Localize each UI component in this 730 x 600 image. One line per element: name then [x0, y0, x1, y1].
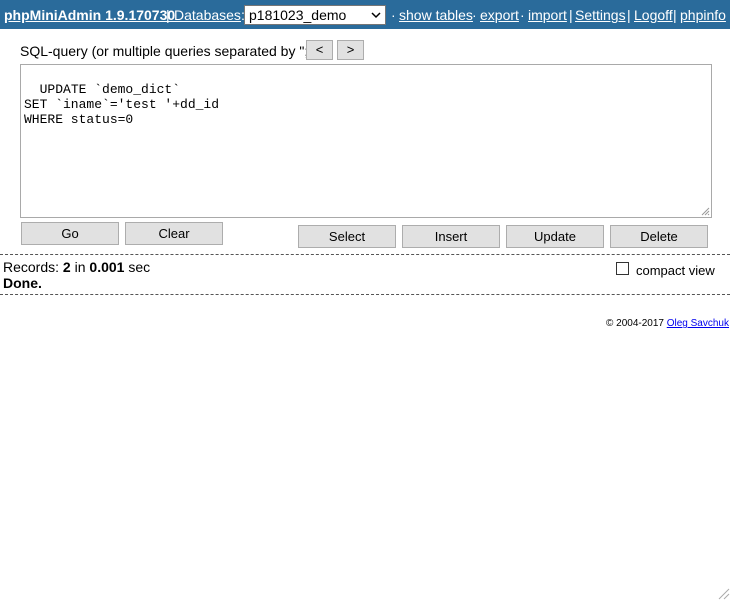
divider [0, 294, 730, 295]
database-select-value: p181023_demo [249, 7, 347, 23]
separator: · [520, 7, 525, 23]
separator: · [472, 7, 477, 23]
author-link[interactable]: Oleg Savchuk [667, 318, 729, 329]
top-bar: phpMiniAdmin 1.9.170730 | Databases: p18… [0, 0, 730, 29]
time-unit: sec [124, 259, 151, 275]
resize-grip-icon[interactable] [701, 207, 710, 216]
sql-query-textarea[interactable]: UPDATE `demo_dict` SET `iname`='test '+d… [20, 64, 712, 218]
separator: · [391, 7, 396, 23]
separator: | [673, 7, 677, 23]
footer: © 2004-2017 Oleg Savchuk [606, 318, 729, 329]
copyright-text: © 2004-2017 [605, 318, 667, 329]
brand-link[interactable]: phpMiniAdmin 1.9.170730 [4, 7, 175, 23]
delete-button[interactable]: Delete [610, 225, 708, 248]
show-tables-link[interactable]: show tables [399, 7, 473, 23]
divider [0, 254, 730, 255]
sql-query-text: UPDATE `demo_dict` SET `iname`='test '+d… [24, 82, 220, 127]
phpinfo-link[interactable]: phpinfo [680, 7, 726, 23]
separator: | [569, 7, 573, 23]
databases-link[interactable]: Databases [174, 7, 241, 23]
separator: | [627, 7, 631, 23]
history-prev-button[interactable]: < [306, 40, 333, 60]
chevron-down-icon [371, 12, 381, 19]
database-select[interactable]: p181023_demo [244, 5, 386, 25]
records-count: 2 [62, 259, 71, 275]
import-link[interactable]: import [528, 7, 567, 23]
records-status: Records: 2 in 0.001 sec [3, 259, 150, 275]
window-resize-grip-icon[interactable] [716, 586, 730, 600]
separator: | [166, 7, 170, 23]
history-next-button[interactable]: > [337, 40, 364, 60]
compact-view-label[interactable]: compact view [636, 263, 715, 278]
records-in: in [70, 259, 90, 275]
records-prefix: Records: [3, 259, 63, 275]
compact-view-checkbox[interactable] [616, 262, 629, 275]
export-link[interactable]: export [480, 7, 519, 23]
settings-link[interactable]: Settings [575, 7, 626, 23]
done-status: Done. [3, 275, 42, 291]
go-button[interactable]: Go [21, 222, 119, 245]
query-time: 0.001 [89, 259, 125, 275]
update-button[interactable]: Update [506, 225, 604, 248]
clear-button[interactable]: Clear [125, 222, 223, 245]
insert-button[interactable]: Insert [402, 225, 500, 248]
sql-query-label: SQL-query (or multiple queries separated… [20, 43, 322, 59]
logoff-link[interactable]: Logoff [634, 7, 673, 23]
select-button[interactable]: Select [298, 225, 396, 248]
